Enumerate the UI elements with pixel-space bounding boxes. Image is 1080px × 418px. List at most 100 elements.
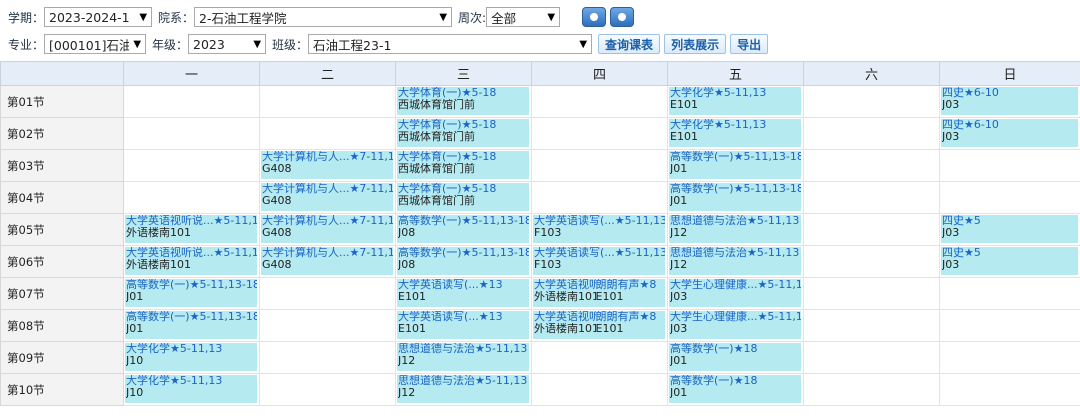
course-block[interactable]: 大学化学★5-11,13 J10 bbox=[125, 375, 257, 403]
course-block[interactable]: 大学计算机与人...★7-11,1 G408 bbox=[261, 247, 393, 275]
schedule-cell: 思想道德与法治★5-11,13 J12 bbox=[395, 373, 532, 406]
major-select[interactable]: [000101]石油工程▼ bbox=[44, 34, 147, 54]
class-select[interactable]: 石油工程23-1 ▼ bbox=[308, 34, 593, 54]
course-location: G408 bbox=[262, 227, 292, 239]
course-block[interactable]: 大学体育(一)★5-18 西城体育馆门前 bbox=[397, 151, 529, 179]
course-location: 西城体育馆门前 bbox=[398, 195, 475, 207]
course-location: G408 bbox=[262, 163, 292, 175]
course-title: 高等数学(一)★5-11,13-18 bbox=[126, 279, 257, 291]
course-title: 大学计算机与人...★7-11,1 bbox=[262, 247, 393, 259]
course-location: G408 bbox=[262, 195, 292, 207]
term-select[interactable]: 2023-2024-1 ▼ bbox=[44, 7, 153, 27]
timetable-row: 第08节 高等数学(一)★5-11,13-18 J01 大学英语读写(...★13 E1… bbox=[0, 309, 1080, 342]
course-location: E101 bbox=[398, 323, 426, 335]
course-block[interactable]: 高等数学(一)★5-11,13-18 J08 bbox=[397, 215, 529, 243]
course-block[interactable]: 大学计算机与人...★7-11,1 G408 bbox=[261, 151, 393, 179]
course-block[interactable]: 思想道德与法治★5-11,13 J12 bbox=[669, 247, 801, 275]
course-block[interactable]: 四史★6-10 J03 bbox=[941, 87, 1078, 115]
next-icon bbox=[618, 13, 627, 21]
next-week-button[interactable] bbox=[610, 7, 635, 27]
course-block[interactable]: 大学英语视听说...★5-11,1 外语楼南101 bbox=[125, 215, 257, 243]
course-location: J10 bbox=[126, 387, 144, 399]
schedule-cell: 大学英语视听 外语楼南101 朗朗有声★8 E101 bbox=[531, 277, 668, 310]
schedule-cell: 大学英语读写(...★5-11,13 F103 bbox=[531, 213, 668, 246]
chevron-down-icon: ▼ bbox=[439, 11, 448, 23]
course-block[interactable]: 大学英语读写(...★5-11,13 F103 bbox=[533, 247, 665, 275]
course-block[interactable]: 大学英语视听 外语楼南101 bbox=[534, 279, 596, 307]
day-header: 日 bbox=[939, 61, 1080, 86]
course-block[interactable]: 高等数学(一)★5-11,13-18 J08 bbox=[397, 247, 529, 275]
list-view-button[interactable]: 列表展示 bbox=[664, 34, 727, 54]
course-block[interactable]: 大学英语视听 外语楼南101 bbox=[534, 311, 596, 339]
chevron-down-icon: ▼ bbox=[547, 11, 556, 23]
dept-label: 院系： bbox=[158, 10, 195, 25]
course-block[interactable]: 大学体育(一)★5-18 西城体育馆门前 bbox=[397, 183, 529, 211]
course-block[interactable]: 思想道德与法治★5-11,13 J12 bbox=[669, 215, 801, 243]
course-block[interactable]: 思想道德与法治★5-11,13 J12 bbox=[397, 375, 529, 403]
schedule-cell bbox=[531, 341, 668, 374]
course-block[interactable]: 高等数学(一)★5-11,13-18 J01 bbox=[125, 311, 257, 339]
course-block[interactable]: 高等数学(一)★5-11,13-18 J01 bbox=[669, 183, 801, 211]
course-block-split: 大学英语视听 外语楼南101 朗朗有声★8 E101 bbox=[533, 279, 665, 307]
course-block[interactable]: 四史★6-10 J03 bbox=[941, 119, 1078, 147]
filter-row-2: 专业： [000101]石油工程▼ 年级： 2023▼ 班级： 石油工程23-1… bbox=[8, 33, 772, 55]
corner-cell bbox=[0, 61, 124, 86]
course-block[interactable]: 大学生心理健康...★5-11,1 J03 bbox=[669, 311, 801, 339]
grade-select[interactable]: 2023 ▼ bbox=[188, 34, 267, 54]
schedule-cell: 大学体育(一)★5-18 西城体育馆门前 bbox=[395, 181, 532, 214]
week-select[interactable]: 全部 ▼ bbox=[486, 7, 561, 27]
schedule-cell bbox=[259, 309, 396, 342]
course-title: 朗朗有声★8 bbox=[595, 279, 657, 291]
course-block[interactable]: 大学化学★5-11,13 E101 bbox=[669, 119, 801, 147]
schedule-cell bbox=[803, 149, 940, 182]
course-block[interactable]: 高等数学(一)★18 J01 bbox=[669, 375, 801, 403]
course-title: 大学生心理健康...★5-11,1 bbox=[670, 311, 801, 323]
course-block[interactable]: 大学化学★5-11,13 J10 bbox=[125, 343, 257, 371]
course-block[interactable]: 高等数学(一)★5-11,13-18 J01 bbox=[125, 279, 257, 307]
course-block[interactable]: 朗朗有声★8 E101 bbox=[596, 311, 665, 339]
course-title: 高等数学(一)★18 bbox=[670, 375, 758, 387]
schedule-cell: 四史★5 J03 bbox=[939, 213, 1080, 246]
course-block[interactable]: 大学化学★5-11,13 E101 bbox=[669, 87, 801, 115]
dept-select[interactable]: 2-石油工程学院 ▼ bbox=[194, 7, 453, 27]
schedule-cell bbox=[259, 373, 396, 406]
grade-label: 年级： bbox=[152, 37, 189, 52]
course-block[interactable]: 思想道德与法治★5-11,13 J12 bbox=[397, 343, 529, 371]
course-title: 大学英语视听说...★5-11,1 bbox=[126, 247, 257, 259]
day-header: 二 bbox=[259, 61, 396, 86]
schedule-cell: 高等数学(一)★18 J01 bbox=[667, 341, 804, 374]
course-block[interactable]: 四史★5 J03 bbox=[941, 215, 1078, 243]
schedule-cell: 大学英语读写(...★13 E101 bbox=[395, 309, 532, 342]
course-block[interactable]: 朗朗有声★8 E101 bbox=[596, 279, 665, 307]
schedule-cell: 高等数学(一)★5-11,13-18 J01 bbox=[667, 181, 804, 214]
schedule-cell bbox=[531, 373, 668, 406]
course-block[interactable]: 大学生心理健康...★5-11,1 J03 bbox=[669, 279, 801, 307]
course-title: 大学化学★5-11,13 bbox=[670, 119, 767, 131]
query-schedule-button[interactable]: 查询课表 bbox=[598, 34, 661, 54]
prev-week-button[interactable] bbox=[582, 7, 607, 27]
course-block[interactable]: 大学英语读写(...★13 E101 bbox=[397, 311, 529, 339]
schedule-cell: 大学体育(一)★5-18 西城体育馆门前 bbox=[395, 85, 532, 118]
course-block[interactable]: 大学体育(一)★5-18 西城体育馆门前 bbox=[397, 87, 529, 115]
course-title: 大学计算机与人...★7-11,1 bbox=[262, 151, 393, 163]
course-block[interactable]: 大学计算机与人...★7-11,1 G408 bbox=[261, 183, 393, 211]
schedule-cell bbox=[123, 117, 260, 150]
schedule-cell bbox=[531, 85, 668, 118]
course-block[interactable]: 大学体育(一)★5-18 西城体育馆门前 bbox=[397, 119, 529, 147]
course-block[interactable]: 大学英语读写(...★13 E101 bbox=[397, 279, 529, 307]
export-button[interactable]: 导出 bbox=[730, 34, 769, 54]
timetable-row: 第06节 大学英语视听说...★5-11,1 外语楼南101 大学计算机与人...★7… bbox=[0, 245, 1080, 278]
course-location: 外语楼南101 bbox=[534, 291, 596, 303]
schedule-cell bbox=[259, 277, 396, 310]
course-title: 四史★6-10 bbox=[942, 87, 999, 99]
course-block[interactable]: 大学英语视听说...★5-11,1 外语楼南101 bbox=[125, 247, 257, 275]
course-block[interactable]: 高等数学(一)★18 J01 bbox=[669, 343, 801, 371]
course-block[interactable]: 大学英语读写(...★5-11,13 F103 bbox=[533, 215, 665, 243]
course-location: E101 bbox=[398, 291, 426, 303]
schedule-cell: 大学英语视听 外语楼南101 朗朗有声★8 E101 bbox=[531, 309, 668, 342]
section-label: 第05节 bbox=[0, 213, 124, 246]
schedule-cell: 大学英语视听说...★5-11,1 外语楼南101 bbox=[123, 245, 260, 278]
course-block[interactable]: 大学计算机与人...★7-11,1 G408 bbox=[261, 215, 393, 243]
course-block[interactable]: 四史★5 J03 bbox=[941, 247, 1078, 275]
course-block[interactable]: 高等数学(一)★5-11,13-18 J01 bbox=[669, 151, 801, 179]
